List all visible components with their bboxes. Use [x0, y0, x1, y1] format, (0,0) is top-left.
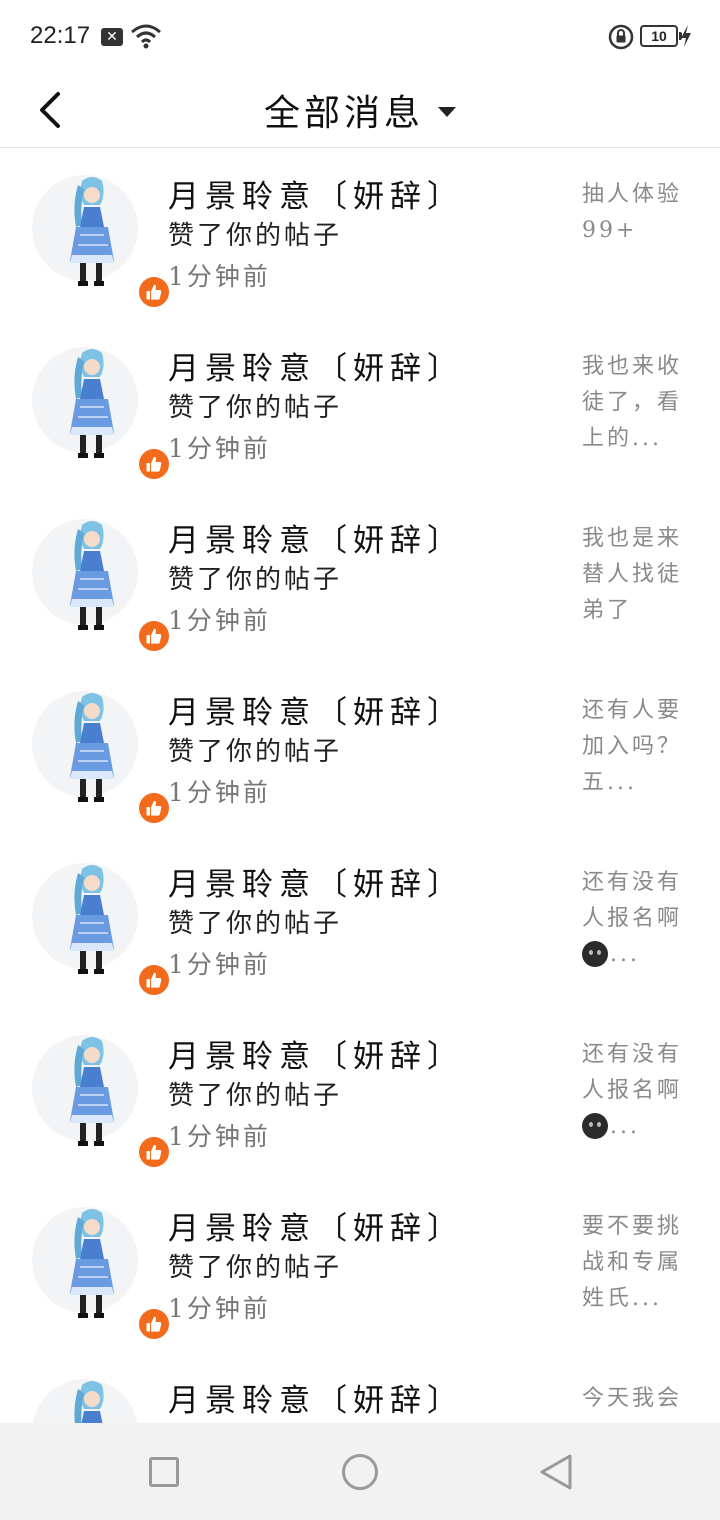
thumbs-up-icon — [146, 800, 162, 816]
message-filter-dropdown[interactable]: 全部消息 — [0, 72, 720, 148]
recent-apps-button[interactable] — [149, 1457, 179, 1487]
avatar-figure-icon — [70, 1209, 114, 1318]
message-list[interactable]: 月景聆意〔妍辞〕 赞了你的帖子 1分钟前 抽人体验99+ 月景聆意〔妍辞〕 赞了… — [0, 149, 720, 1423]
post-preview-text: 要不要挑战和专属姓氏... — [582, 1214, 683, 1311]
sender-name[interactable]: 月景聆意〔妍辞〕 — [168, 1375, 464, 1420]
like-badge — [137, 275, 171, 309]
message-action: 赞了你的帖子 — [168, 1081, 343, 1111]
message-time: 1分钟前 — [168, 606, 271, 635]
caret-down-icon — [438, 107, 456, 117]
avatar[interactable] — [32, 519, 171, 653]
message-row[interactable]: 月景聆意〔妍辞〕 赞了你的帖子 1分钟前 还有没有人报名啊... — [0, 837, 720, 1009]
message-action: 赞了你的帖子 — [168, 1253, 343, 1283]
sender-name[interactable]: 月景聆意〔妍辞〕 — [168, 171, 464, 216]
avatar-figure-icon — [70, 177, 114, 286]
notification-x-icon: ✕ — [101, 28, 123, 46]
page-title: 全部消息 — [263, 93, 424, 134]
message-row[interactable]: 月景聆意〔妍辞〕 赞了你的帖子 1分钟前 还有没有人报名啊... — [0, 1009, 720, 1181]
message-row[interactable]: 月景聆意〔妍辞〕 赞了你的帖子 1分钟前 还有人要加入吗？五... — [0, 665, 720, 837]
message-action: 赞了你的帖子 — [168, 393, 343, 423]
like-badge — [137, 791, 171, 825]
nav-back-button[interactable] — [538, 1453, 574, 1491]
post-preview-text: 我也是来替人找徒弟了 — [582, 526, 683, 623]
message-row[interactable]: 月景聆意〔妍辞〕 赞了你的帖子 1分钟前 我也来收徒了，看上的... — [0, 321, 720, 493]
thumbs-up-icon — [146, 628, 162, 644]
message-time: 1分钟前 — [168, 1294, 271, 1323]
avatar-figure-icon — [70, 693, 114, 802]
avatar-figure-icon — [70, 349, 114, 458]
avatar[interactable] — [32, 1379, 138, 1423]
avatar[interactable] — [32, 863, 171, 997]
wifi-icon — [131, 24, 161, 49]
charging-bolt-icon — [681, 25, 691, 47]
like-badge — [137, 1307, 171, 1341]
app-header: 全部消息 — [0, 72, 720, 148]
avatar-figure-icon — [74, 1381, 104, 1423]
sender-name[interactable]: 月景聆意〔妍辞〕 — [168, 515, 464, 560]
status-time: 22:17 — [30, 22, 91, 49]
battery-icon: 10 — [640, 25, 682, 47]
avatar-figure-icon — [70, 521, 114, 630]
message-time: 1分钟前 — [168, 950, 271, 979]
post-preview-text: 我也来收徒了，看上的... — [582, 354, 683, 451]
like-badge — [137, 619, 171, 653]
post-preview[interactable]: 我也是来替人找徒弟了 — [582, 521, 692, 629]
post-preview[interactable]: 我也来收徒了，看上的... — [582, 349, 692, 457]
emoji-icon — [582, 941, 608, 967]
system-nav-bar — [0, 1423, 720, 1520]
post-preview-text: 还有人要加入吗？五... — [582, 698, 683, 795]
message-time: 1分钟前 — [168, 778, 271, 807]
message-action: 赞了你的帖子 — [168, 565, 343, 595]
avatar[interactable] — [32, 347, 171, 481]
message-time: 1分钟前 — [168, 262, 271, 291]
avatar[interactable] — [32, 175, 171, 309]
post-preview-text: 还有没有人报名啊 — [582, 1042, 683, 1103]
thumbs-up-icon — [146, 284, 162, 300]
message-row[interactable]: 月景聆意〔妍辞〕 赞了你的帖子 1分钟前 我也是来替人找徒弟了 — [0, 493, 720, 665]
sender-name[interactable]: 月景聆意〔妍辞〕 — [168, 859, 464, 904]
post-preview-text: 抽人体验99+ — [582, 182, 683, 243]
thumbs-up-icon — [146, 1144, 162, 1160]
status-bar: 22:17 ✕ 10 — [0, 0, 720, 72]
post-preview[interactable]: 还有没有人报名啊... — [582, 865, 692, 973]
post-preview-ellipsis: ... — [610, 1114, 640, 1139]
avatar-figure-icon — [70, 865, 114, 974]
avatar[interactable] — [32, 1207, 171, 1341]
sender-name[interactable]: 月景聆意〔妍辞〕 — [168, 687, 464, 732]
message-time: 1分钟前 — [168, 1122, 271, 1151]
post-preview-text: 还有没有人报名啊 — [582, 870, 683, 931]
post-preview[interactable]: 还有人要加入吗？五... — [582, 693, 692, 801]
sender-name[interactable]: 月景聆意〔妍辞〕 — [168, 1031, 464, 1076]
thumbs-up-icon — [146, 972, 162, 988]
message-action: 赞了你的帖子 — [168, 221, 343, 251]
like-badge — [137, 1135, 171, 1169]
post-preview-text: 今天我会 — [582, 1386, 683, 1411]
rotation-lock-icon — [608, 24, 634, 50]
message-time: 1分钟前 — [168, 434, 271, 463]
post-preview-ellipsis: ... — [610, 942, 640, 967]
sender-name[interactable]: 月景聆意〔妍辞〕 — [168, 343, 464, 388]
message-action: 赞了你的帖子 — [168, 737, 343, 767]
avatar-figure-icon — [70, 1037, 114, 1146]
like-badge — [137, 963, 171, 997]
post-preview[interactable]: 要不要挑战和专属姓氏... — [582, 1209, 692, 1317]
sender-name[interactable]: 月景聆意〔妍辞〕 — [168, 1203, 464, 1248]
message-row[interactable]: 月景聆意〔妍辞〕 赞了你的帖子 1分钟前 要不要挑战和专属姓氏... — [0, 1181, 720, 1353]
post-preview[interactable]: 还有没有人报名啊... — [582, 1037, 692, 1145]
post-preview[interactable]: 抽人体验99+ — [582, 177, 692, 249]
home-button[interactable] — [342, 1454, 378, 1490]
post-preview[interactable]: 今天我会 — [582, 1381, 692, 1417]
thumbs-up-icon — [146, 456, 162, 472]
message-row[interactable]: 月景聆意〔妍辞〕 赞了你的帖子 1分钟前 今天我会 — [0, 1353, 720, 1423]
thumbs-up-icon — [146, 1316, 162, 1332]
emoji-icon — [582, 1113, 608, 1139]
message-action: 赞了你的帖子 — [168, 909, 343, 939]
like-badge — [137, 447, 171, 481]
message-row[interactable]: 月景聆意〔妍辞〕 赞了你的帖子 1分钟前 抽人体验99+ — [0, 149, 720, 321]
avatar[interactable] — [32, 1035, 171, 1169]
avatar[interactable] — [32, 691, 171, 825]
